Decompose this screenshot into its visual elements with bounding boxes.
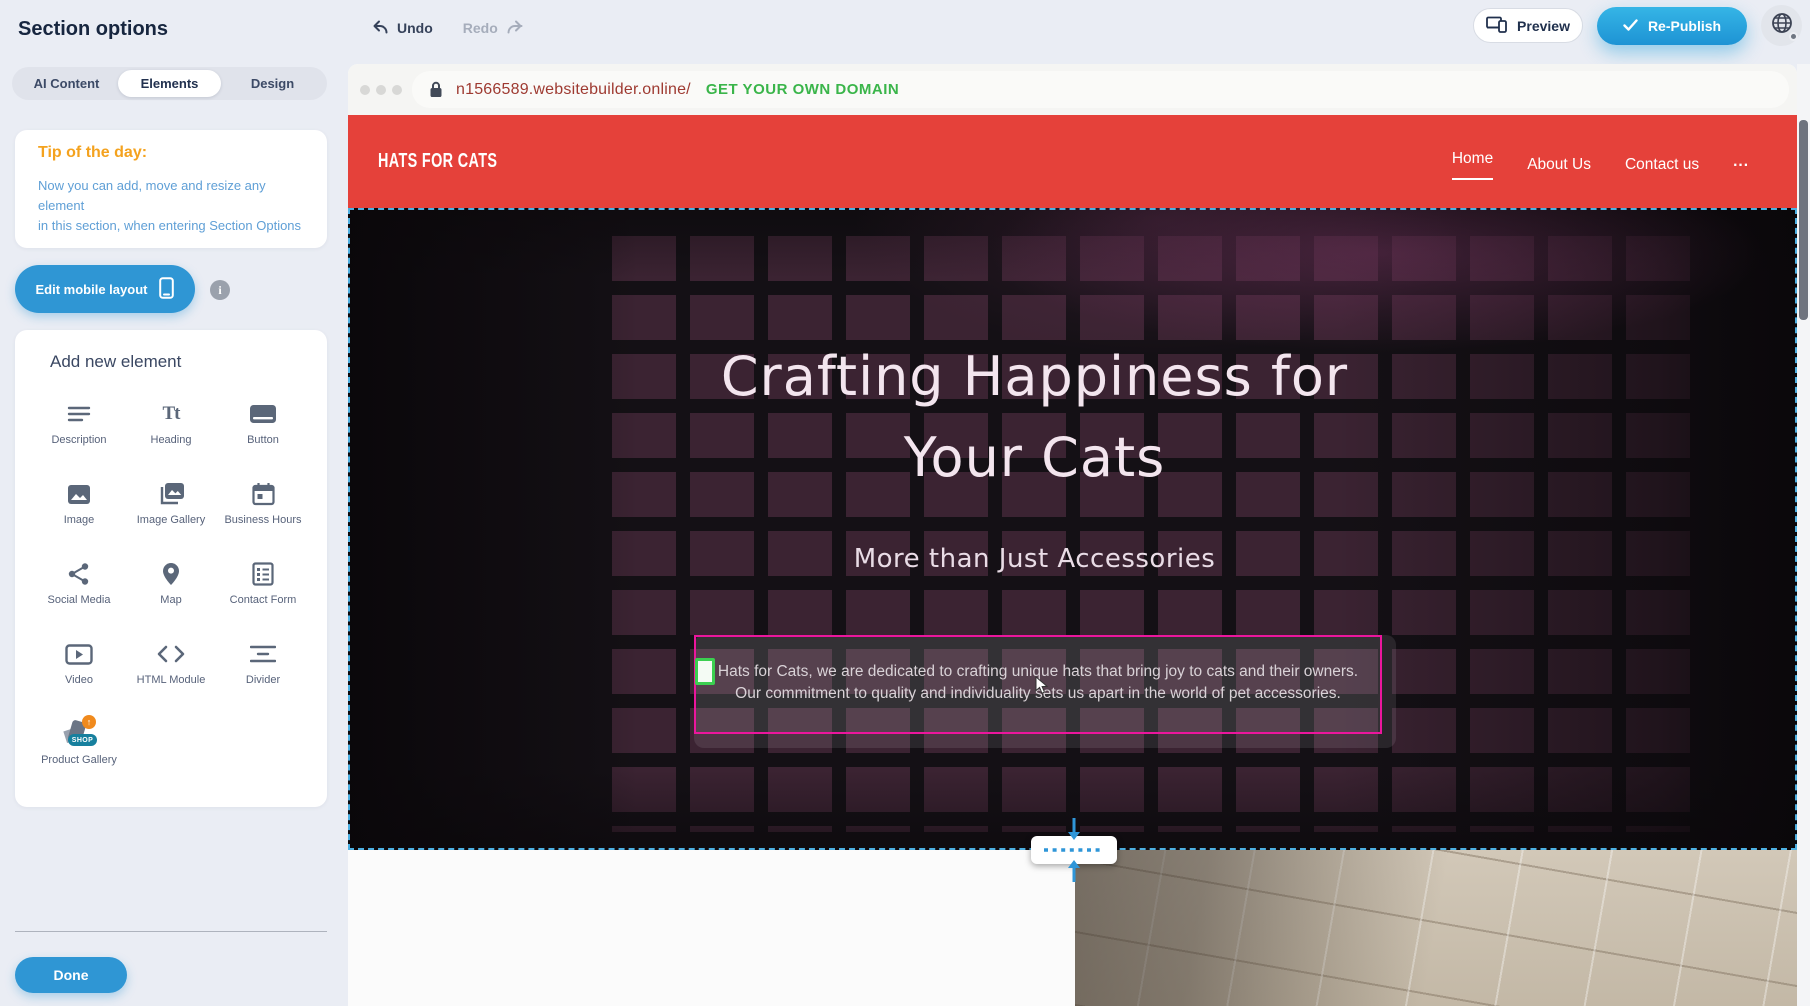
site-header: HATS FOR CATS Home About Us Contact us .… xyxy=(348,115,1797,208)
hero-heading: Crafting Happiness for Your Cats xyxy=(348,336,1721,498)
share-icon xyxy=(67,558,91,590)
tip-of-the-day-card: Tip of the day: Now you can add, move an… xyxy=(15,130,327,248)
edit-mobile-label: Edit mobile layout xyxy=(36,282,148,297)
calendar-icon xyxy=(252,478,275,510)
element-button[interactable]: Button xyxy=(217,390,309,470)
element-divider[interactable]: Divider xyxy=(217,630,309,710)
republish-label: Re-Publish xyxy=(1648,18,1721,34)
element-social-media[interactable]: Social Media xyxy=(33,550,125,630)
hero-subheading: More than Just Accessories xyxy=(348,544,1721,574)
check-icon xyxy=(1623,18,1638,34)
add-element-title: Add new element xyxy=(50,352,181,372)
hero-text-group: Crafting Happiness for Your Cats More th… xyxy=(348,208,1721,574)
site-nav: Home About Us Contact us ... xyxy=(1452,115,1749,208)
divider-icon xyxy=(250,638,276,670)
edit-mobile-layout-button[interactable]: Edit mobile layout xyxy=(15,265,195,313)
tile-floor-image xyxy=(1075,850,1797,1006)
tip-body: Now you can add, move and resize any ele… xyxy=(38,176,304,236)
map-pin-icon xyxy=(162,558,180,590)
undo-button[interactable]: Undo xyxy=(371,20,433,37)
element-map[interactable]: Map xyxy=(125,550,217,630)
sidebar-tabs: AI Content Elements Design xyxy=(12,67,327,100)
form-icon xyxy=(252,558,274,590)
get-domain-link[interactable]: GET YOUR OWN DOMAIN xyxy=(706,81,899,98)
lock-icon xyxy=(428,81,444,98)
image-icon xyxy=(67,478,91,510)
devices-icon xyxy=(1486,16,1508,36)
element-product-gallery[interactable]: ↑SHOP Product Gallery xyxy=(33,710,125,790)
redo-icon xyxy=(506,20,524,37)
code-icon xyxy=(157,638,185,670)
undo-label: Undo xyxy=(397,20,433,36)
language-globe-button[interactable] xyxy=(1761,5,1802,46)
preview-scrollbar xyxy=(1797,64,1810,1006)
globe-status-dot xyxy=(1789,32,1798,41)
tip-title: Tip of the day: xyxy=(38,144,304,162)
topbar-actions: Preview Re-Publish xyxy=(1473,5,1802,46)
description-icon xyxy=(66,398,92,430)
hero-section[interactable]: Crafting Happiness for Your Cats More th… xyxy=(348,208,1797,850)
tab-elements[interactable]: Elements xyxy=(118,70,221,97)
element-html-module[interactable]: HTML Module xyxy=(125,630,217,710)
element-image-gallery[interactable]: Image Gallery xyxy=(125,470,217,550)
done-button[interactable]: Done xyxy=(15,957,127,993)
undo-icon xyxy=(371,20,389,37)
section-resize-widget xyxy=(1030,818,1118,880)
page-title: Section options xyxy=(18,18,168,41)
republish-button[interactable]: Re-Publish xyxy=(1597,7,1747,45)
element-heading[interactable]: Tt Heading xyxy=(125,390,217,470)
nav-home[interactable]: Home xyxy=(1452,144,1493,180)
site-preview-window: n1566589.websitebuilder.online/ GET YOUR… xyxy=(348,64,1797,1006)
browser-chrome: n1566589.websitebuilder.online/ GET YOUR… xyxy=(348,64,1797,115)
video-icon xyxy=(65,638,93,670)
element-description[interactable]: Description xyxy=(33,390,125,470)
product-gallery-icon: ↑SHOP xyxy=(61,718,97,750)
button-icon xyxy=(249,398,277,430)
window-dots xyxy=(360,85,402,95)
redo-button[interactable]: Redo xyxy=(463,20,524,37)
phone-icon xyxy=(159,277,174,302)
nav-contact-us[interactable]: Contact us xyxy=(1625,150,1699,174)
preview-button[interactable]: Preview xyxy=(1473,8,1583,43)
image-gallery-icon xyxy=(158,478,185,510)
site-logo: HATS FOR CATS xyxy=(378,150,497,173)
element-contact-form[interactable]: Contact Form xyxy=(217,550,309,630)
scrollbar-thumb[interactable] xyxy=(1799,120,1808,320)
preview-label: Preview xyxy=(1517,18,1570,34)
redo-label: Redo xyxy=(463,20,498,36)
element-image[interactable]: Image xyxy=(33,470,125,550)
element-video[interactable]: Video xyxy=(33,630,125,710)
address-bar[interactable]: n1566589.websitebuilder.online/ GET YOUR… xyxy=(412,71,1789,108)
nav-more-button[interactable]: ... xyxy=(1733,153,1749,171)
tab-ai-content[interactable]: AI Content xyxy=(15,70,118,97)
element-business-hours[interactable]: Business Hours xyxy=(217,470,309,550)
site-url[interactable]: n1566589.websitebuilder.online/ xyxy=(456,81,691,99)
resize-arrows-icon xyxy=(1030,806,1118,897)
add-element-panel: Add new element Description Tt Heading B… xyxy=(15,330,327,807)
mouse-cursor xyxy=(1035,676,1049,700)
element-grid: Description Tt Heading Button Image Imag… xyxy=(33,390,309,790)
sidebar-divider xyxy=(15,931,327,932)
nav-about-us[interactable]: About Us xyxy=(1527,150,1591,174)
element-drag-handle[interactable] xyxy=(695,658,715,685)
tab-design[interactable]: Design xyxy=(221,70,324,97)
undo-redo-group: Undo Redo xyxy=(371,16,524,40)
heading-icon: Tt xyxy=(163,398,180,430)
info-icon[interactable]: i xyxy=(210,280,230,300)
